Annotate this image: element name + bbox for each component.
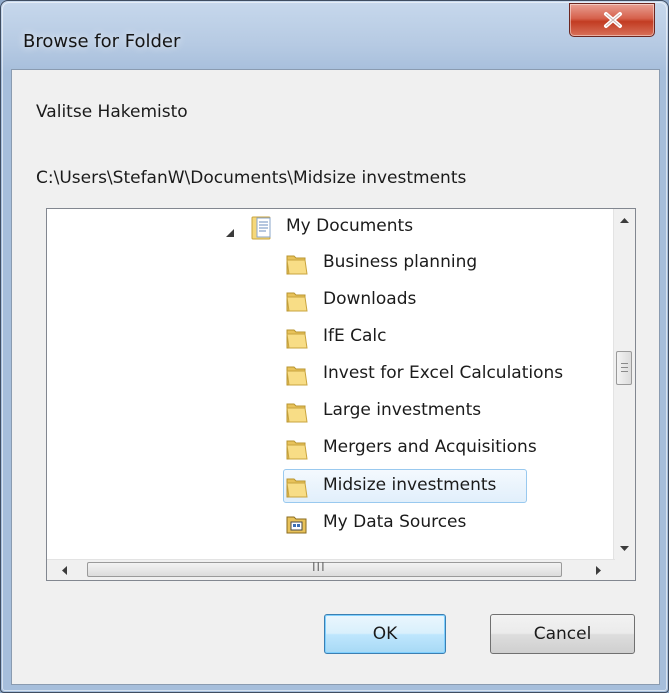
- current-path-text: C:\Users\StefanW\Documents\Midsize inves…: [36, 168, 467, 188]
- folder-icon: [286, 292, 308, 312]
- ok-button[interactable]: OK: [324, 614, 446, 654]
- folder-icon: [286, 403, 308, 423]
- folder-icon: [286, 440, 308, 460]
- window-title: Browse for Folder: [23, 31, 181, 52]
- tree-item-label: My Documents: [286, 216, 414, 236]
- data-sources-folder-icon: [286, 516, 307, 534]
- folder-icon: [286, 478, 308, 498]
- folder-tree[interactable]: My Documents Business planning Downloads: [46, 208, 636, 581]
- folder-icon: [286, 329, 308, 349]
- horizontal-scrollbar[interactable]: III: [47, 559, 615, 580]
- tree-item-invest-for-excel-calculations[interactable]: Invest for Excel Calculations: [47, 356, 607, 392]
- tree-item-midsize-investments[interactable]: Midsize investments: [47, 468, 607, 504]
- folder-icon: [286, 255, 308, 275]
- tree-item-label: Midsize investments: [323, 475, 497, 495]
- browse-for-folder-dialog: Browse for Folder Valitse Hakemisto C:\U…: [0, 0, 669, 693]
- close-button[interactable]: [569, 3, 655, 37]
- tree-item-label: Business planning: [323, 252, 478, 272]
- tree-item-large-investments[interactable]: Large investments: [47, 393, 607, 429]
- tree-item-downloads[interactable]: Downloads: [47, 282, 607, 318]
- vertical-scrollbar[interactable]: [613, 209, 635, 561]
- folder-icon: [286, 366, 308, 386]
- tree-item-label: Invest for Excel Calculations: [323, 363, 564, 383]
- instruction-text: Valitse Hakemisto: [36, 102, 188, 122]
- tree-item-mergers-and-acquisitions[interactable]: Mergers and Acquisitions: [47, 430, 607, 466]
- expanded-triangle-icon[interactable]: [225, 228, 235, 238]
- documents-folder-icon: [251, 216, 271, 240]
- scroll-right-arrow-icon[interactable]: [595, 565, 602, 576]
- scrollbar-corner: [614, 560, 635, 580]
- cancel-button[interactable]: Cancel: [490, 614, 635, 654]
- tree-item-business-planning[interactable]: Business planning: [47, 245, 607, 281]
- tree-item-label: My Data Sources: [323, 512, 467, 532]
- scroll-left-arrow-icon[interactable]: [61, 565, 68, 576]
- tree-item-my-documents[interactable]: My Documents: [47, 209, 607, 245]
- tree-item-label: Large investments: [323, 400, 482, 420]
- tree-item-label: Downloads: [323, 289, 417, 309]
- scroll-up-arrow-icon[interactable]: [619, 217, 630, 224]
- horizontal-scroll-thumb[interactable]: III: [87, 560, 562, 577]
- tree-item-my-data-sources[interactable]: My Data Sources: [47, 505, 607, 541]
- scroll-grip: III: [312, 560, 326, 574]
- tree-item-label: Mergers and Acquisitions: [323, 437, 537, 457]
- dialog-content: Valitse Hakemisto C:\Users\StefanW\Docum…: [11, 69, 660, 685]
- close-icon: [604, 12, 622, 28]
- vertical-scroll-thumb[interactable]: [616, 351, 632, 385]
- tree-item-label: IfE Calc: [323, 326, 387, 346]
- scroll-down-arrow-icon[interactable]: [619, 545, 630, 552]
- tree-item-ife-calc[interactable]: IfE Calc: [47, 319, 607, 355]
